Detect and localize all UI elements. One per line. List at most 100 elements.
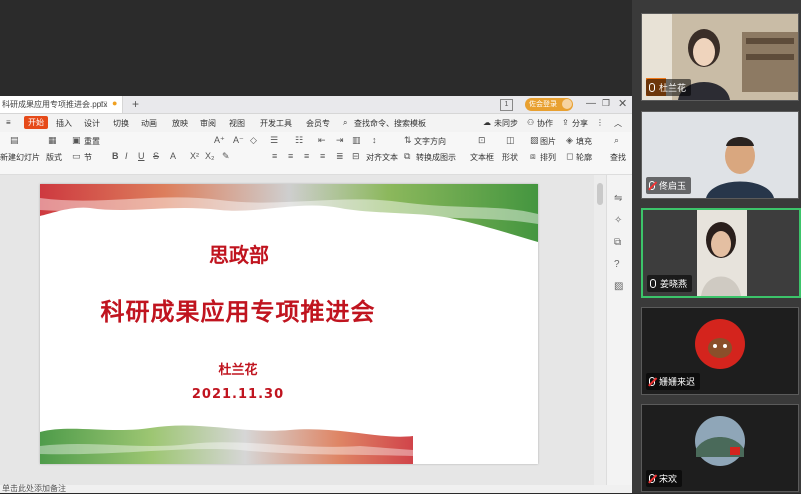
tab-devtools[interactable]: 开发工具: [260, 118, 292, 129]
subscript-icon[interactable]: X₂: [205, 151, 215, 161]
document-tab-bar: 科研成果应用专项推进会.pptx ▢ ● + 1 佐会登录 — ❐ ✕: [0, 96, 632, 114]
align-right-icon[interactable]: ≡: [304, 151, 309, 161]
superscript-icon[interactable]: X²: [190, 151, 199, 161]
fill-icon[interactable]: ◈: [566, 135, 573, 146]
numbered-list-icon[interactable]: ☷: [295, 135, 303, 146]
participant-tile[interactable]: 宋欢: [641, 404, 799, 492]
user-avatar[interactable]: [562, 99, 572, 109]
line-spacing-icon[interactable]: ↕: [372, 135, 377, 145]
textbox-icon[interactable]: ⊡: [478, 135, 486, 146]
slide-date[interactable]: 2021.11.30: [40, 387, 436, 402]
participant-tile[interactable]: 姗姗来迟: [641, 307, 799, 395]
picture-icon[interactable]: ▨: [530, 135, 539, 146]
slide-heading-department[interactable]: 思政部: [40, 239, 438, 268]
slide-editing-area[interactable]: 思政部 科研成果应用专项推进会 杜兰花 2021.11.30: [0, 175, 606, 485]
outline-icon[interactable]: ◻: [566, 151, 573, 162]
document-tab[interactable]: 科研成果应用专项推进会.pptx ▢ ●: [0, 96, 123, 113]
highlight-icon[interactable]: ✎: [222, 151, 230, 162]
font-color-icon[interactable]: A: [170, 151, 176, 161]
tab-slideshow[interactable]: 放映: [172, 118, 188, 129]
convert-smartart-button[interactable]: 转换成图示: [416, 152, 456, 163]
section-button[interactable]: 节: [84, 152, 92, 163]
scrollbar-thumb[interactable]: [597, 183, 603, 205]
new-slide-button[interactable]: 新建幻灯片: [0, 152, 40, 163]
close-icon[interactable]: ✕: [618, 97, 627, 110]
indent-icon[interactable]: ⇥: [336, 135, 344, 146]
tab-animation[interactable]: 动画: [141, 118, 157, 129]
arrange-button[interactable]: 排列: [540, 152, 556, 163]
more-options-icon[interactable]: ⋮: [596, 118, 604, 127]
tab-member[interactable]: 会员专: [306, 118, 330, 129]
layout-button[interactable]: 版式: [46, 152, 62, 163]
underline-icon[interactable]: U: [138, 151, 145, 161]
outline-button[interactable]: 轮廓: [576, 152, 592, 163]
text-direction-icon[interactable]: ⇅: [404, 135, 412, 146]
vertical-scrollbar[interactable]: [594, 175, 606, 485]
shape-button[interactable]: 形状: [502, 152, 518, 163]
notes-bar[interactable]: 单击此处添加备注: [0, 483, 632, 494]
find-button[interactable]: 查找: [610, 152, 626, 163]
distribute-icon[interactable]: ≣: [336, 151, 344, 162]
reset-button[interactable]: 重置: [84, 136, 100, 147]
shrink-font-icon[interactable]: A⁻: [233, 135, 244, 146]
shape-icon[interactable]: ◫: [506, 135, 515, 146]
wps-presentation-window: 科研成果应用专项推进会.pptx ▢ ● + 1 佐会登录 — ❐ ✕ ≡ 开始…: [0, 96, 633, 494]
columns-icon[interactable]: ▥: [352, 135, 361, 146]
layout-icon[interactable]: ▦: [48, 135, 57, 146]
new-slide-icon[interactable]: ▤: [10, 135, 19, 146]
arrange-icon[interactable]: ⧈: [530, 151, 536, 162]
adjust-icon[interactable]: ⇋: [614, 193, 622, 204]
slide-title[interactable]: 科研成果应用专项推进会: [40, 292, 436, 327]
clear-format-icon[interactable]: ◇: [250, 135, 257, 146]
convert-smartart-icon[interactable]: ⧉: [404, 151, 410, 162]
textbox-button[interactable]: 文本框: [470, 152, 494, 163]
strikethrough-icon[interactable]: S: [153, 151, 159, 161]
align-left-icon[interactable]: ≡: [272, 151, 277, 161]
bullet-list-icon[interactable]: ☰: [270, 135, 278, 146]
align-center-icon[interactable]: ≡: [288, 151, 293, 161]
find-icon[interactable]: ⌕: [614, 135, 619, 146]
collapse-ribbon-icon[interactable]: ︿: [614, 118, 622, 129]
grow-font-icon[interactable]: A⁺: [214, 135, 225, 146]
menu-expand-icon[interactable]: ≡: [6, 118, 11, 127]
tab-insert[interactable]: 插入: [56, 118, 72, 129]
italic-icon[interactable]: I: [125, 151, 128, 161]
window-count-badge[interactable]: 1: [500, 99, 513, 111]
command-search-input[interactable]: 查找命令、搜索模板: [354, 118, 426, 129]
search-icon: ⌕: [343, 118, 348, 127]
picture-button[interactable]: 图片: [540, 136, 556, 147]
pin-icon[interactable]: ✧: [614, 215, 622, 226]
help-icon[interactable]: ?: [614, 259, 620, 270]
fill-button[interactable]: 填充: [576, 136, 592, 147]
document-tab-title: 科研成果应用专项推进会.pptx: [2, 100, 108, 109]
notes-placeholder[interactable]: 单击此处添加备注: [2, 483, 66, 494]
copy-icon[interactable]: ⧉: [614, 237, 621, 248]
share-button[interactable]: 分享: [572, 118, 588, 129]
unsynced-button[interactable]: 未同步: [494, 118, 518, 129]
tab-restore-icon[interactable]: ▢: [100, 99, 108, 108]
align-text-icon[interactable]: ⊟: [352, 151, 360, 162]
tab-review[interactable]: 审阅: [200, 118, 216, 129]
participant-tile-active-speaker[interactable]: 姜晓燕: [641, 208, 801, 298]
microphone-icon: [650, 279, 656, 288]
slide-author[interactable]: 杜兰花: [40, 359, 436, 378]
slide[interactable]: 思政部 科研成果应用专项推进会 杜兰花 2021.11.30: [40, 184, 538, 464]
tab-view[interactable]: 视图: [229, 118, 245, 129]
participant-tile[interactable]: 佟启玉: [641, 111, 799, 199]
new-tab-button[interactable]: +: [132, 97, 139, 111]
tab-start[interactable]: 开始: [24, 116, 48, 129]
reset-icon[interactable]: ▣: [72, 135, 81, 146]
tab-transition[interactable]: 切换: [113, 118, 129, 129]
participant-tile[interactable]: 杜兰花: [641, 13, 799, 101]
section-icon[interactable]: ▭: [72, 151, 81, 162]
minimize-icon[interactable]: —: [586, 98, 596, 109]
restore-window-icon[interactable]: ❐: [602, 98, 610, 109]
collaborate-button[interactable]: 协作: [537, 118, 553, 129]
outdent-icon[interactable]: ⇤: [318, 135, 326, 146]
align-text-button[interactable]: 对齐文本: [366, 152, 398, 163]
tab-design[interactable]: 设计: [84, 118, 100, 129]
image-icon[interactable]: ▨: [614, 281, 623, 292]
justify-icon[interactable]: ≡: [320, 151, 325, 161]
bold-icon[interactable]: B: [112, 151, 119, 161]
text-direction-button[interactable]: 文字方向: [414, 136, 446, 147]
